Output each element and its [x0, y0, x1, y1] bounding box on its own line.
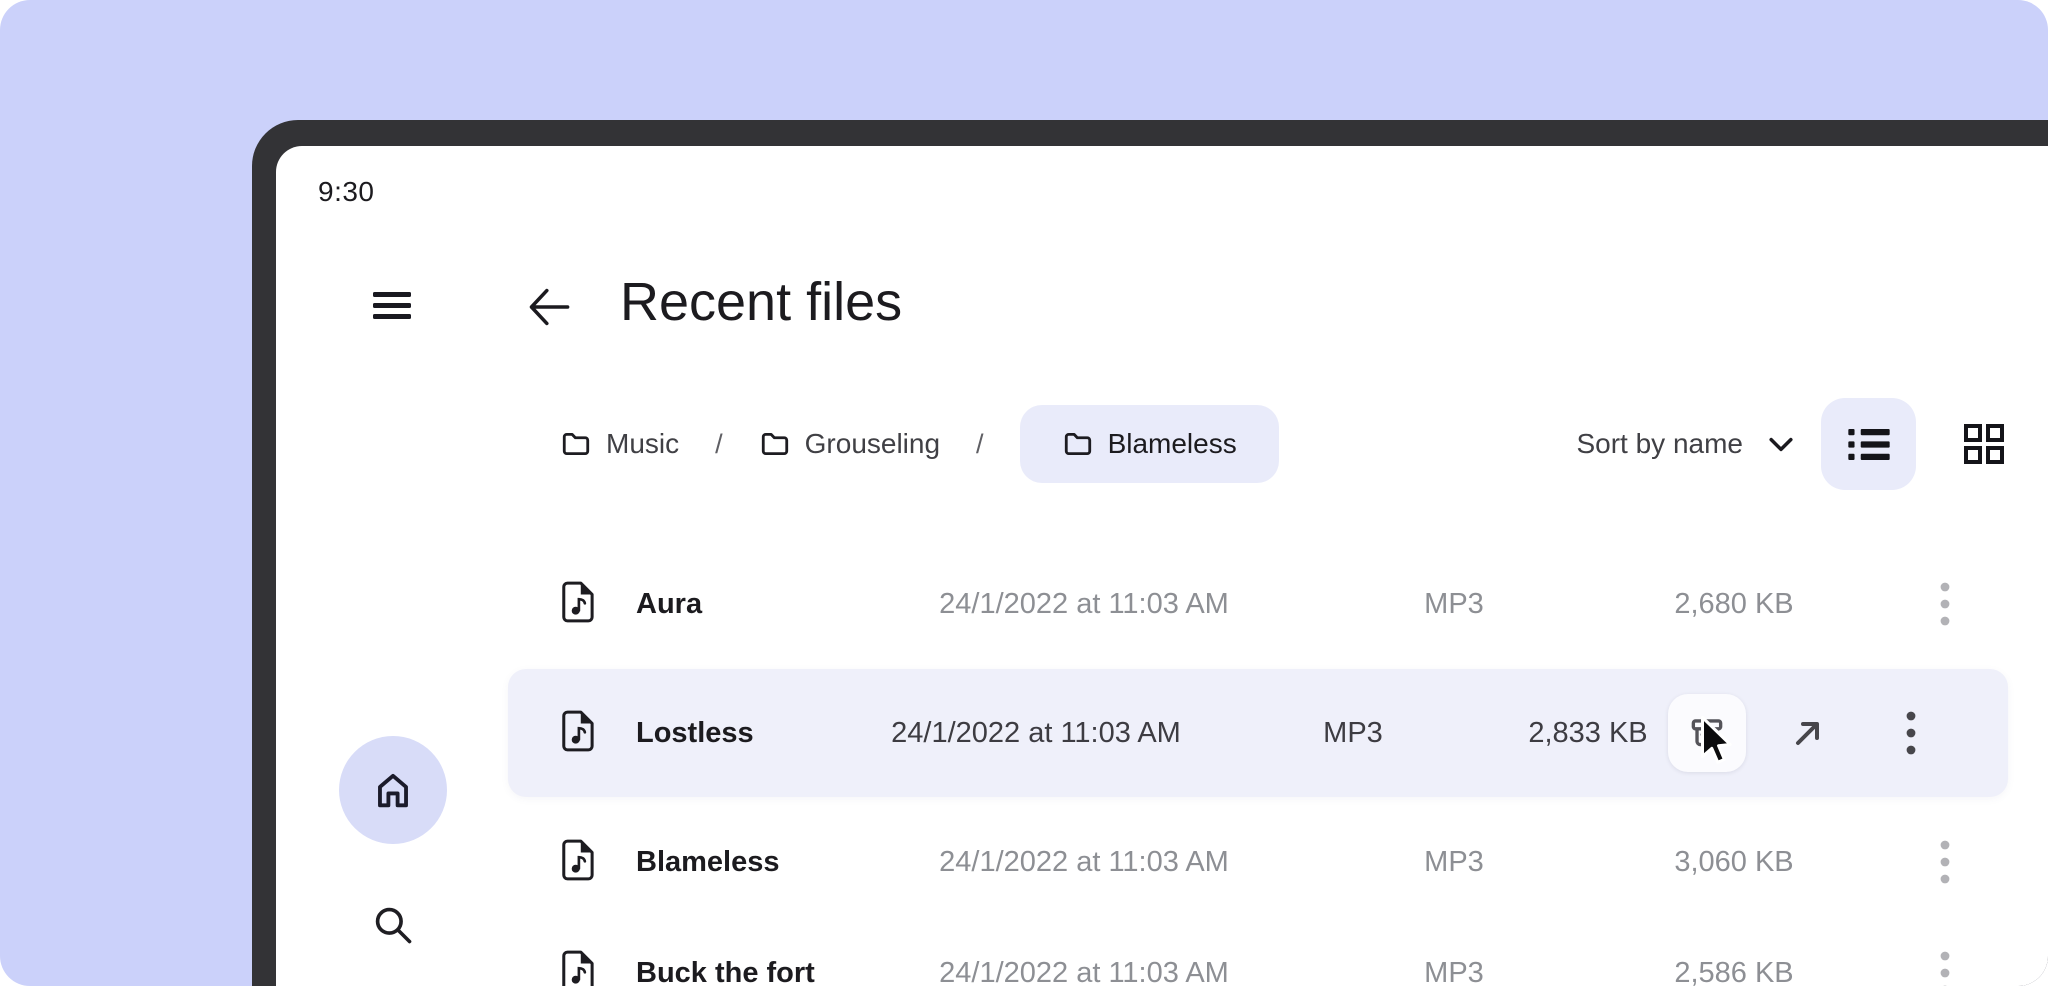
file-size: 2,680 KB [1614, 588, 1854, 621]
hamburger-icon [373, 314, 411, 319]
menu-button[interactable] [373, 292, 411, 319]
breadcrumb-item-blameless-current[interactable]: Blameless [1020, 405, 1279, 483]
file-icon-cell [560, 950, 624, 986]
view-controls: Sort by name [1576, 398, 2006, 490]
archive-icon [1686, 712, 1728, 754]
breadcrumb-separator: / [976, 429, 984, 460]
grid-view-toggle[interactable] [1962, 398, 2006, 490]
list-view-icon [1848, 429, 1890, 460]
row-menu-cell[interactable] [1897, 839, 1993, 885]
hamburger-icon [373, 303, 411, 308]
open-in-new-button[interactable] [1784, 709, 1832, 757]
breadcrumb: Music / Grouseling / [560, 405, 1279, 483]
file-icon-cell [560, 710, 624, 757]
file-type: MP3 [1198, 717, 1508, 750]
page-title: Recent files [620, 270, 902, 334]
sort-button[interactable]: Sort by name [1576, 428, 1793, 460]
breadcrumb-label: Grouseling [805, 428, 940, 460]
breadcrumb-separator: / [715, 429, 723, 460]
kebab-menu-icon [1939, 950, 1951, 986]
audio-file-icon [560, 581, 594, 623]
audio-file-icon [560, 710, 594, 752]
file-icon-cell [560, 839, 624, 886]
folder-icon [759, 428, 791, 460]
folder-icon [560, 428, 592, 460]
file-name: Aura [624, 588, 874, 621]
app-screen: 9:30 Recent files [276, 146, 2048, 986]
file-date: 24/1/2022 at 11:03 AM [874, 846, 1294, 879]
row-menu-cell[interactable] [1897, 950, 1993, 986]
chevron-down-icon [1769, 437, 1793, 452]
archive-button[interactable] [1668, 694, 1746, 772]
file-icon-cell [560, 581, 624, 628]
status-bar-clock: 9:30 [318, 176, 375, 208]
nav-home-button-active[interactable] [339, 736, 447, 844]
file-size: 2,586 KB [1614, 957, 1854, 986]
breadcrumb-label: Blameless [1108, 428, 1237, 460]
hamburger-icon [373, 292, 411, 297]
audio-file-icon [560, 839, 594, 881]
tablet-bezel: 9:30 Recent files [252, 120, 2048, 986]
kebab-menu-icon [1939, 839, 1951, 885]
screenshot-canvas: 9:30 Recent files [0, 0, 2048, 986]
file-row[interactable]: Aura 24/1/2022 at 11:03 AM MP3 2,680 KB [508, 540, 2008, 668]
kebab-menu-icon [1939, 581, 1951, 627]
file-date: 24/1/2022 at 11:03 AM [874, 957, 1294, 986]
file-name: Buck the fort [624, 957, 874, 986]
file-size: 3,060 KB [1614, 846, 1854, 879]
folder-icon [1062, 428, 1094, 460]
row-menu-cell[interactable] [1897, 581, 1993, 627]
nav-search-button[interactable] [371, 903, 415, 947]
file-date: 24/1/2022 at 11:03 AM [874, 717, 1198, 750]
search-icon [371, 903, 415, 947]
file-list: Aura 24/1/2022 at 11:03 AM MP3 2,680 KB … [508, 540, 2008, 986]
list-view-toggle-active[interactable] [1821, 398, 1916, 490]
sort-label: Sort by name [1576, 428, 1743, 460]
file-row[interactable]: Lostless 24/1/2022 at 11:03 AM MP3 2,833… [508, 669, 2008, 797]
grid-view-icon [1963, 423, 2005, 465]
file-type: MP3 [1294, 588, 1614, 621]
more-options-button[interactable] [1887, 709, 1935, 757]
home-icon [370, 767, 416, 813]
arrow-up-right-icon [1793, 718, 1823, 748]
back-button[interactable] [525, 285, 573, 329]
breadcrumb-toolbar: Music / Grouseling / [560, 398, 2006, 490]
breadcrumb-item-grouseling[interactable]: Grouseling [759, 428, 940, 460]
breadcrumb-item-music[interactable]: Music [560, 428, 679, 460]
file-type: MP3 [1294, 957, 1614, 986]
row-hover-actions [1668, 694, 1971, 772]
file-name: Blameless [624, 846, 874, 879]
kebab-menu-icon [1905, 710, 1917, 756]
file-date: 24/1/2022 at 11:03 AM [874, 588, 1294, 621]
audio-file-icon [560, 950, 594, 986]
file-row[interactable]: Buck the fort 24/1/2022 at 11:03 AM MP3 … [508, 909, 2008, 986]
file-type: MP3 [1294, 846, 1614, 879]
back-arrow-icon [526, 286, 572, 328]
breadcrumb-label: Music [606, 428, 679, 460]
file-name: Lostless [624, 717, 874, 750]
file-row[interactable]: Blameless 24/1/2022 at 11:03 AM MP3 3,06… [508, 798, 2008, 926]
file-size: 2,833 KB [1508, 717, 1668, 750]
